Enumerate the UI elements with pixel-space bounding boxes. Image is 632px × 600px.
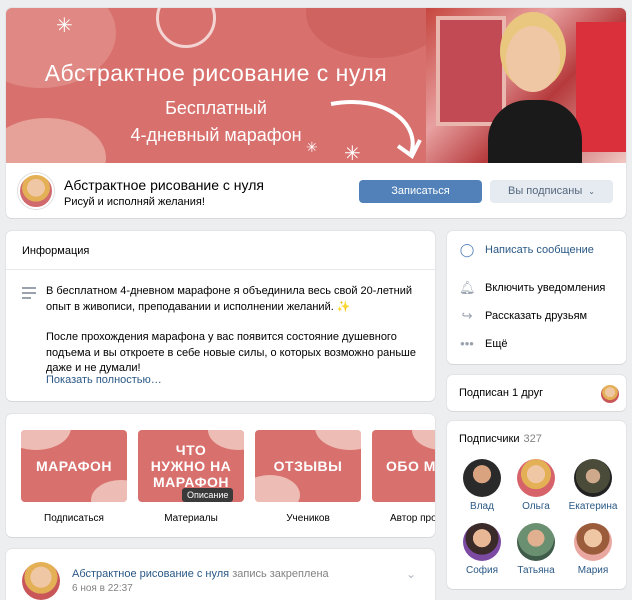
menu-block: МАРАФОН Подписаться ЧТО НУЖНО НА МАРАФОН… bbox=[6, 414, 435, 537]
post-avatar[interactable] bbox=[22, 562, 60, 600]
subscribers-label: Подписчики bbox=[459, 433, 520, 445]
menu-tile-image-text: МАРАФОН bbox=[35, 458, 113, 474]
more-action[interactable]: ••• Ещё bbox=[459, 335, 508, 353]
group-header: ✳ ✳ ✳ Абстрактное рисование с нуля Беспл… bbox=[6, 8, 626, 218]
avatar bbox=[574, 523, 612, 561]
message-icon: ◯ bbox=[459, 242, 475, 257]
notifications-action[interactable]: 🔔︎ Включить уведомления bbox=[459, 279, 605, 297]
menu-tile-caption: Учеников bbox=[286, 513, 330, 524]
subscriber-name: Екатерина bbox=[568, 501, 618, 512]
menu-tile-image: МАРАФОН bbox=[21, 430, 127, 502]
action-label: Ещё bbox=[485, 338, 508, 350]
menu-tile-caption: Автор проекта bbox=[390, 513, 435, 524]
info-title: Информация bbox=[22, 245, 90, 257]
pinned-label: запись закреплена bbox=[232, 568, 329, 580]
cover-photo bbox=[426, 8, 626, 163]
bell-icon: 🔔︎ bbox=[459, 280, 476, 295]
subscribers-title[interactable]: Подписчики 327 bbox=[459, 433, 542, 445]
post-date[interactable]: 6 ноя в 22:37 bbox=[72, 583, 133, 594]
menu-tile[interactable]: ОБО МНЕ Автор проекта bbox=[372, 430, 435, 524]
subscriber-item[interactable]: Екатерина bbox=[565, 459, 621, 512]
info-block: Информация В бесплатном 4-дневном марафо… bbox=[6, 231, 435, 401]
subscriber-item[interactable]: София bbox=[457, 523, 507, 576]
avatar bbox=[463, 523, 501, 561]
cover-title: Абстрактное рисование с нуля bbox=[44, 60, 388, 86]
action-label: Рассказать друзьям bbox=[485, 310, 588, 322]
menu-tile-image-text: ОТЗЫВЫ bbox=[273, 458, 343, 474]
group-avatar[interactable] bbox=[18, 173, 54, 209]
menu-tile-image-text: ОБО МНЕ bbox=[386, 458, 435, 474]
action-label: Включить уведомления bbox=[485, 282, 606, 294]
snowflake-icon: ✳ bbox=[56, 15, 73, 37]
pinned-post: Абстрактное рисование с нуля запись закр… bbox=[6, 549, 435, 600]
group-name: Абстрактное рисование с нуля bbox=[64, 177, 264, 193]
subscriber-name: Влад bbox=[470, 501, 494, 512]
subscriber-item[interactable]: Татьяна bbox=[511, 523, 561, 576]
info-paragraph: В бесплатном 4-дневном марафоне я объеди… bbox=[46, 285, 412, 313]
menu-tile-caption: Подписаться bbox=[44, 513, 104, 524]
show-more-link[interactable]: Показать полностью… bbox=[46, 374, 162, 386]
subscriber-name: София bbox=[465, 565, 498, 576]
subscriber-name: Ольга bbox=[522, 501, 550, 512]
cover-image: ✳ ✳ ✳ Абстрактное рисование с нуля Беспл… bbox=[6, 8, 626, 163]
more-icon: ••• bbox=[460, 336, 474, 351]
menu-tile-caption: Материалы bbox=[164, 513, 218, 524]
actions-block: ◯ Написать сообщение 🔔︎ Включить уведомл… bbox=[447, 231, 626, 364]
subscribed-button[interactable]: Вы подписаны ⌄ bbox=[490, 180, 613, 203]
friends-label: Подписан 1 друг bbox=[459, 387, 544, 399]
subscriber-item[interactable]: Влад bbox=[457, 459, 507, 512]
join-button[interactable]: Записаться bbox=[359, 180, 482, 203]
avatar bbox=[517, 523, 555, 561]
menu-tile[interactable]: ОТЗЫВЫ Учеников bbox=[255, 430, 361, 524]
avatar bbox=[463, 459, 501, 497]
subscriber-name: Татьяна bbox=[517, 565, 555, 576]
friends-block[interactable]: Подписан 1 друг bbox=[447, 375, 626, 411]
post-author-link[interactable]: Абстрактное рисование с нуля bbox=[72, 568, 229, 580]
post-author: Абстрактное рисование с нуля запись закр… bbox=[72, 568, 329, 580]
menu-tile-image: ОБО МНЕ bbox=[372, 430, 435, 502]
text-lines-icon bbox=[22, 287, 36, 302]
avatar bbox=[517, 459, 555, 497]
subscriber-item[interactable]: Ольга bbox=[511, 459, 561, 512]
subscribers-count: 327 bbox=[523, 433, 542, 445]
subscriber-item[interactable]: Мария bbox=[565, 523, 621, 576]
group-status: Рисуй и исполняй желания! bbox=[64, 196, 205, 208]
info-paragraph: После прохождения марафона у вас появитс… bbox=[46, 331, 416, 374]
avatar bbox=[574, 459, 612, 497]
write-message-action[interactable]: ◯ Написать сообщение bbox=[459, 241, 594, 259]
cover-subtitle: Бесплатный bbox=[165, 98, 267, 118]
cover-subtitle: 4-дневный марафон bbox=[130, 125, 302, 145]
menu-tile[interactable]: МАРАФОН Подписаться bbox=[21, 430, 127, 524]
menu-tile[interactable]: ЧТО НУЖНО НА МАРАФОН Материалы bbox=[138, 430, 244, 524]
chevron-down-icon[interactable]: ⌄ bbox=[406, 567, 416, 581]
divider bbox=[6, 269, 435, 270]
menu-tile-image-text: ЧТО НУЖНО НА МАРАФОН bbox=[150, 442, 232, 490]
subscribed-label: Вы подписаны bbox=[507, 185, 583, 197]
share-action[interactable]: ↪ Рассказать друзьям bbox=[459, 307, 588, 325]
chevron-down-icon: ⌄ bbox=[588, 187, 595, 196]
share-icon: ↪ bbox=[461, 308, 473, 323]
subscribers-block: Подписчики 327 Влад Ольга Екатерина София… bbox=[447, 421, 626, 589]
action-label: Написать сообщение bbox=[485, 244, 594, 256]
tooltip: Описание bbox=[182, 488, 234, 502]
friend-avatar[interactable] bbox=[601, 385, 619, 403]
subscriber-name: Мария bbox=[577, 565, 609, 576]
menu-tile-image: ОТЗЫВЫ bbox=[255, 430, 361, 502]
